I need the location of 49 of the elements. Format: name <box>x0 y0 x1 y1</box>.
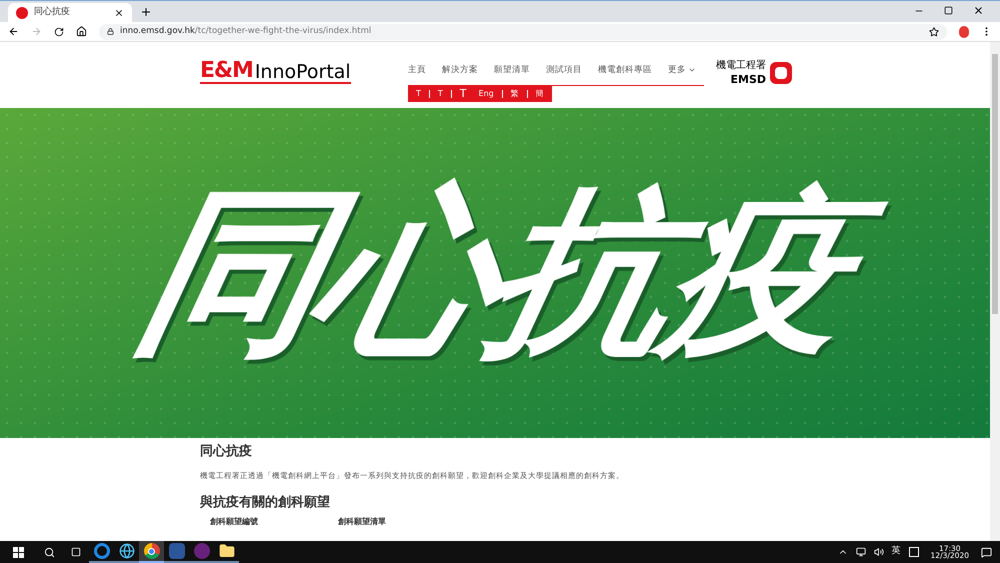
nav-link[interactable]: 機電創科專區 <box>598 64 652 77</box>
font-size-link[interactable]: T <box>434 88 447 100</box>
site-logo[interactable]: E&M InnoPortal <box>200 60 351 84</box>
close-icon[interactable] <box>973 5 984 16</box>
department-logo-icon <box>770 62 792 84</box>
task-view-icon[interactable] <box>71 547 81 557</box>
extension-icon[interactable] <box>959 26 969 38</box>
site-favicon-icon <box>16 6 28 18</box>
star-icon[interactable] <box>929 26 939 36</box>
home-icon[interactable] <box>76 26 87 37</box>
search-icon[interactable] <box>44 546 55 558</box>
keyboard-icon[interactable] <box>908 547 919 557</box>
taskbar-app[interactable] <box>139 541 164 563</box>
maximize-icon[interactable] <box>944 6 953 15</box>
input-method[interactable]: 英 <box>892 545 901 559</box>
nav-link[interactable]: 更多 <box>668 64 696 77</box>
section-heading: 與抗疫有關的創科願望 <box>200 494 331 512</box>
network-icon[interactable] <box>856 547 866 557</box>
column-header: 創科願望清單 <box>338 516 386 528</box>
tab-title: 同心抗疫 <box>34 6 71 19</box>
lock-icon <box>107 28 114 35</box>
banner-title: 同心抗疫 <box>71 156 919 390</box>
department-abbr: EMSD <box>730 72 766 86</box>
nav-link[interactable]: 願望清單 <box>494 64 530 77</box>
language-link[interactable]: 繁 <box>506 88 523 100</box>
font-size-link[interactable]: T <box>456 88 471 100</box>
nav-link[interactable]: 主頁 <box>408 64 426 77</box>
new-tab-icon[interactable] <box>140 6 152 18</box>
department-name: 機電工程署 <box>716 60 766 72</box>
globe-icon <box>118 543 134 559</box>
notification-icon[interactable] <box>981 546 992 558</box>
nav-link[interactable]: 測試項目 <box>546 64 582 77</box>
document-app-icon <box>168 543 184 559</box>
section-title: 同心抗疫 <box>200 442 253 461</box>
reload-icon[interactable] <box>54 26 64 36</box>
volume-icon[interactable] <box>874 547 884 557</box>
close-icon[interactable] <box>114 8 124 18</box>
nav-link[interactable]: 解決方案 <box>442 64 478 77</box>
folder-icon <box>218 543 234 559</box>
circle-logo-icon <box>144 543 160 559</box>
address-bar[interactable]: inno.emsd.gov.hk/tc/together-we-fight-the-virus/index.html <box>99 24 947 40</box>
browser-e-icon <box>94 543 110 559</box>
back-icon[interactable] <box>8 26 19 37</box>
column-header: 創科願望編號 <box>210 516 258 528</box>
browser-tab[interactable]: 同心抗疫 <box>8 3 132 22</box>
language-link[interactable]: 簡 <box>532 88 548 100</box>
language-link[interactable]: Eng <box>474 88 498 100</box>
font-size-link[interactable]: T <box>412 88 425 100</box>
url-text: inno.emsd.gov.hk/tc/together-we-fight-the-virus/index.html <box>120 25 372 38</box>
